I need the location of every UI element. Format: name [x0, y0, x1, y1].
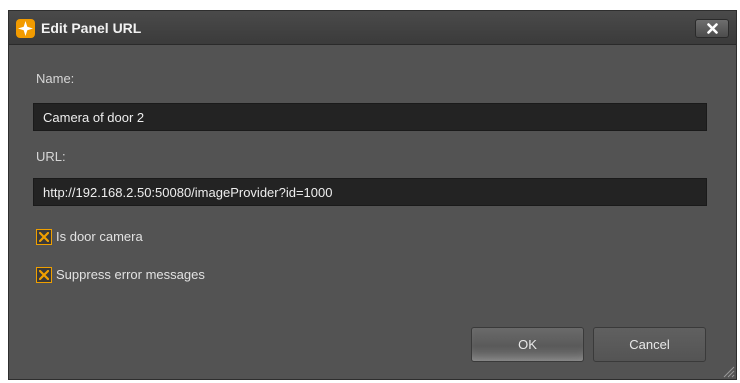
name-label: Name:: [36, 71, 75, 86]
dialog-title: Edit Panel URL: [41, 20, 142, 36]
check-x-icon: [39, 270, 49, 280]
app-logo-icon: [16, 19, 35, 38]
resize-grip-icon[interactable]: [721, 364, 735, 378]
name-input[interactable]: [33, 103, 707, 131]
close-button[interactable]: [695, 19, 729, 38]
close-icon: [707, 23, 718, 34]
suppress-error-messages-checkbox[interactable]: [36, 267, 52, 283]
check-x-icon: [39, 232, 49, 242]
is-door-camera-label: Is door camera: [56, 229, 143, 244]
url-input[interactable]: [33, 178, 707, 206]
url-label: URL:: [36, 149, 66, 164]
suppress-error-messages-label: Suppress error messages: [56, 267, 205, 282]
cancel-button[interactable]: Cancel: [593, 327, 706, 362]
is-door-camera-checkbox[interactable]: [36, 229, 52, 245]
title-bar[interactable]: Edit Panel URL: [9, 11, 736, 45]
ok-button[interactable]: OK: [471, 327, 584, 362]
edit-panel-url-dialog: Edit Panel URL Name: URL: Is door camera…: [8, 10, 737, 380]
